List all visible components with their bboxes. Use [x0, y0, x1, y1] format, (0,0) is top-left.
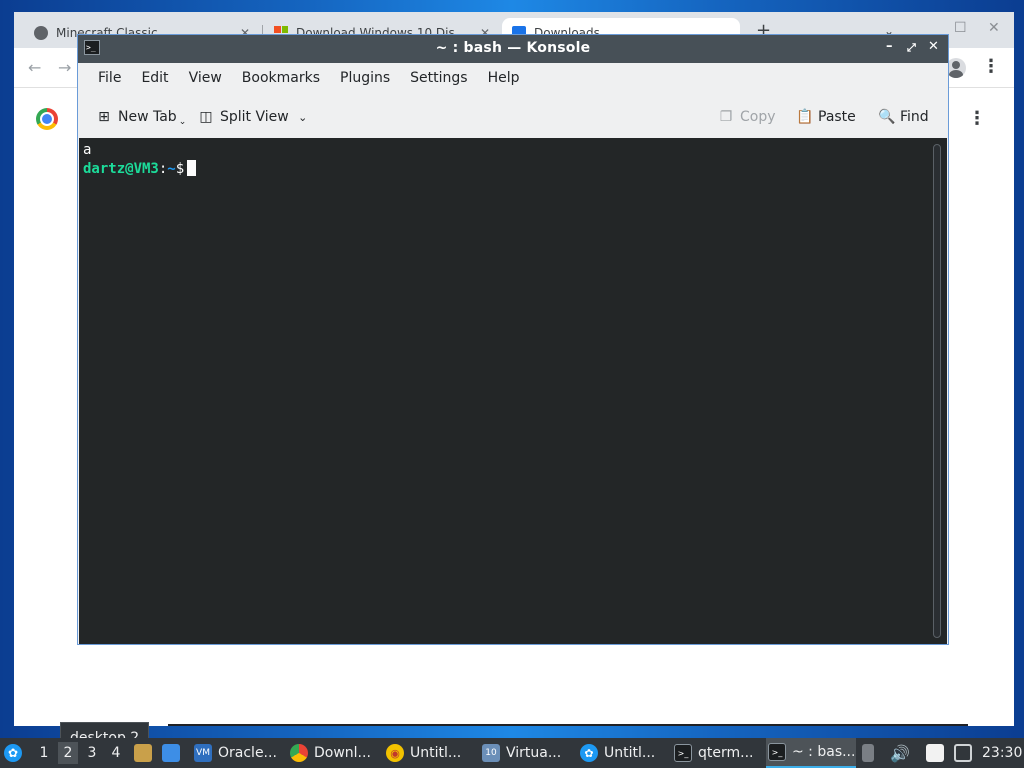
task-virtual[interactable]: 10 Virtua... — [482, 738, 574, 768]
close-button[interactable]: ✕ — [928, 39, 939, 54]
menu-edit[interactable]: Edit — [131, 63, 178, 93]
task-qterminal[interactable]: >_ qterm... — [674, 738, 764, 768]
task-label: Untitl... — [410, 745, 462, 761]
terminal-output-line: a — [83, 142, 92, 158]
task-label: qterm... — [698, 745, 754, 761]
terminal-view[interactable]: a dartz@VM3:~$ — [79, 138, 947, 644]
task-label: Virtua... — [506, 745, 562, 761]
clock[interactable]: 23:30 — [982, 738, 1022, 768]
task-oracle[interactable]: VM Oracle... — [194, 738, 286, 768]
audacity-icon: ◉ — [386, 744, 404, 762]
task-label: Oracle... — [218, 745, 277, 761]
maximize-button[interactable]: ⤢ — [907, 41, 916, 55]
task-label: Untitl... — [604, 745, 656, 761]
terminal-icon: >_ — [674, 744, 692, 762]
virtualbox-icon: VM — [194, 744, 212, 762]
window-title: ~ : bash — Konsole — [435, 40, 591, 56]
terminal-scrollbar[interactable] — [933, 144, 941, 638]
copy-icon: ❐ — [719, 109, 733, 125]
konsole-titlebar[interactable]: >_ ~ : bash — Konsole – ⤢ ✕ — [78, 35, 948, 63]
chevron-down-icon: ⌄ — [178, 117, 187, 127]
vm-icon: 10 — [482, 744, 500, 762]
chrome-logo-icon — [36, 108, 58, 130]
desktop-icon — [162, 744, 180, 762]
task-konsole[interactable]: >_ ~ : bas... — [766, 738, 856, 768]
app-menu-button[interactable]: ✿ — [4, 738, 22, 768]
menu-settings[interactable]: Settings — [400, 63, 477, 93]
volume-icon[interactable]: 🔊 — [890, 738, 910, 768]
copy-label: Copy — [740, 109, 776, 125]
tray-network-icon[interactable] — [954, 738, 972, 768]
desktop-3-button[interactable]: 3 — [82, 742, 102, 764]
menu-view[interactable]: View — [179, 63, 232, 93]
find-label: Find — [900, 109, 929, 125]
paste-label: Paste — [818, 109, 856, 125]
desktop-4-button[interactable]: 4 — [106, 742, 126, 764]
network-icon — [954, 744, 972, 762]
chrome-icon — [290, 744, 308, 762]
split-view-label: Split View — [220, 109, 289, 125]
desktop-1-button[interactable]: 1 — [34, 742, 54, 764]
clipboard-icon — [926, 744, 944, 762]
show-desktop-launcher[interactable] — [162, 738, 180, 768]
usb-icon — [862, 744, 874, 762]
chrome-menu-icon[interactable]: ⋮ — [982, 56, 1000, 77]
paste-icon: 📋 — [796, 109, 814, 125]
chevron-down-icon: ⌄ — [298, 110, 308, 124]
prompt-path: ~ — [167, 161, 176, 177]
back-icon[interactable]: ← — [28, 58, 41, 77]
konsole-toolbar: ⊞ New Tab ⌄ ◫ Split View ⌄ ❐ Copy 📋 Past… — [78, 97, 948, 135]
downloads-more-icon[interactable]: ⋮ — [968, 108, 986, 129]
taskbar: ✿ 1 2 3 4 VM Oracle... Downl... ◉ Untitl… — [0, 738, 1024, 768]
text-cursor — [187, 160, 197, 176]
menu-bookmarks[interactable]: Bookmarks — [232, 63, 330, 93]
copy-button[interactable]: ❐ Copy — [718, 107, 776, 127]
new-tab-label: New Tab — [118, 109, 177, 125]
prompt-user: dartz@VM3 — [83, 161, 159, 177]
maximize-icon[interactable]: ☐ — [954, 20, 967, 36]
folder-icon — [134, 744, 152, 762]
menu-file[interactable]: File — [88, 63, 131, 93]
terminal-prompt-line: dartz@VM3:~$ — [83, 160, 943, 179]
kde-icon: ✿ — [580, 744, 598, 762]
new-tab-icon: ⊞ — [98, 109, 110, 125]
split-view-icon: ◫ — [199, 109, 213, 125]
task-untitled-1[interactable]: ◉ Untitl... — [386, 738, 478, 768]
find-button[interactable]: 🔍 Find — [878, 107, 929, 127]
file-manager-launcher[interactable] — [134, 738, 152, 768]
task-untitled-2[interactable]: ✿ Untitl... — [580, 738, 670, 768]
search-icon: 🔍 — [878, 109, 896, 125]
new-tab-button[interactable]: ⊞ New Tab ⌄ — [96, 107, 190, 127]
divider — [168, 724, 968, 726]
konsole-window: >_ ~ : bash — Konsole – ⤢ ✕ File Edit Vi… — [77, 34, 949, 645]
menu-plugins[interactable]: Plugins — [330, 63, 400, 93]
profile-avatar[interactable] — [946, 58, 966, 78]
terminal-icon: >_ — [768, 743, 786, 761]
close-icon[interactable]: ✕ — [988, 20, 1000, 36]
globe-icon — [34, 26, 48, 40]
prompt-symbol: $ — [175, 161, 185, 177]
paste-button[interactable]: 📋 Paste — [796, 107, 856, 127]
minimize-button[interactable]: – — [886, 39, 893, 54]
desktop-2-button[interactable]: 2 — [58, 742, 78, 764]
menu-help[interactable]: Help — [478, 63, 530, 93]
tray-usb-icon[interactable] — [862, 738, 874, 768]
split-view-button[interactable]: ◫ Split View ⌄ — [198, 107, 311, 127]
tray-clipboard-icon[interactable] — [926, 738, 944, 768]
menu-bar: File Edit View Bookmarks Plugins Setting… — [78, 63, 948, 93]
forward-icon[interactable]: → — [58, 58, 71, 77]
task-label: ~ : bas... — [792, 744, 856, 760]
lubuntu-logo-icon: ✿ — [4, 744, 22, 762]
task-label: Downl... — [314, 745, 371, 761]
task-chrome-downloads[interactable]: Downl... — [290, 738, 382, 768]
